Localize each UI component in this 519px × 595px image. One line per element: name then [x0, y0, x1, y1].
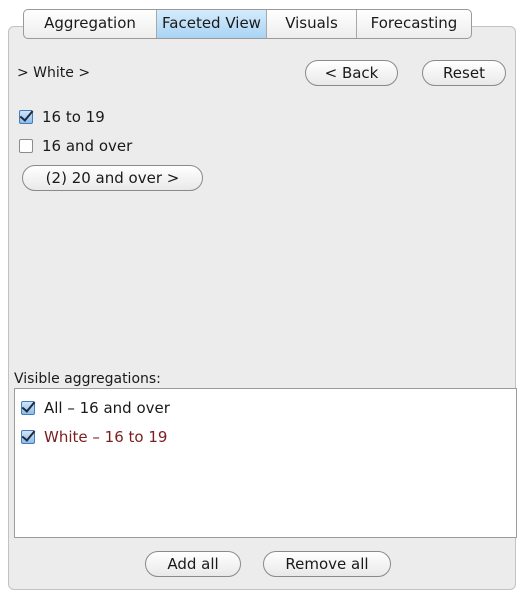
tab-strip: Aggregation Faceted View Visuals Forecas… — [23, 9, 472, 39]
checkbox-icon[interactable] — [19, 139, 33, 153]
aggregation-item-label: White – 16 to 19 — [44, 428, 168, 446]
remove-all-button[interactable]: Remove all — [263, 551, 391, 577]
aggregation-item-label: All – 16 and over — [44, 399, 170, 417]
facet-option-16-and-over[interactable]: 16 and over — [19, 137, 132, 155]
checkbox-icon[interactable] — [19, 110, 33, 124]
checkbox-icon[interactable] — [21, 401, 35, 415]
facet-option-label: 16 and over — [42, 137, 133, 155]
reset-button[interactable]: Reset — [422, 60, 506, 86]
aggregation-item-white[interactable]: White – 16 to 19 — [21, 427, 167, 447]
back-button[interactable]: < Back — [305, 60, 398, 86]
aggregation-item-all[interactable]: All – 16 and over — [21, 398, 170, 418]
visible-aggregations-list[interactable]: All – 16 and over White – 16 to 19 — [14, 388, 517, 538]
facet-option-label: 16 to 19 — [42, 108, 105, 126]
tab-visuals[interactable]: Visuals — [266, 10, 356, 38]
visible-aggregations-label: Visible aggregations: — [14, 371, 161, 387]
checkbox-icon[interactable] — [21, 430, 35, 444]
breadcrumb: > White > — [17, 65, 91, 81]
tab-forecasting[interactable]: Forecasting — [356, 10, 471, 38]
tab-aggregation[interactable]: Aggregation — [24, 10, 156, 38]
drilldown-20-and-over-button[interactable]: (2) 20 and over > — [22, 165, 203, 191]
facet-option-16-to-19[interactable]: 16 to 19 — [19, 108, 105, 126]
tab-faceted-view[interactable]: Faceted View — [156, 10, 266, 38]
add-all-button[interactable]: Add all — [145, 551, 241, 577]
